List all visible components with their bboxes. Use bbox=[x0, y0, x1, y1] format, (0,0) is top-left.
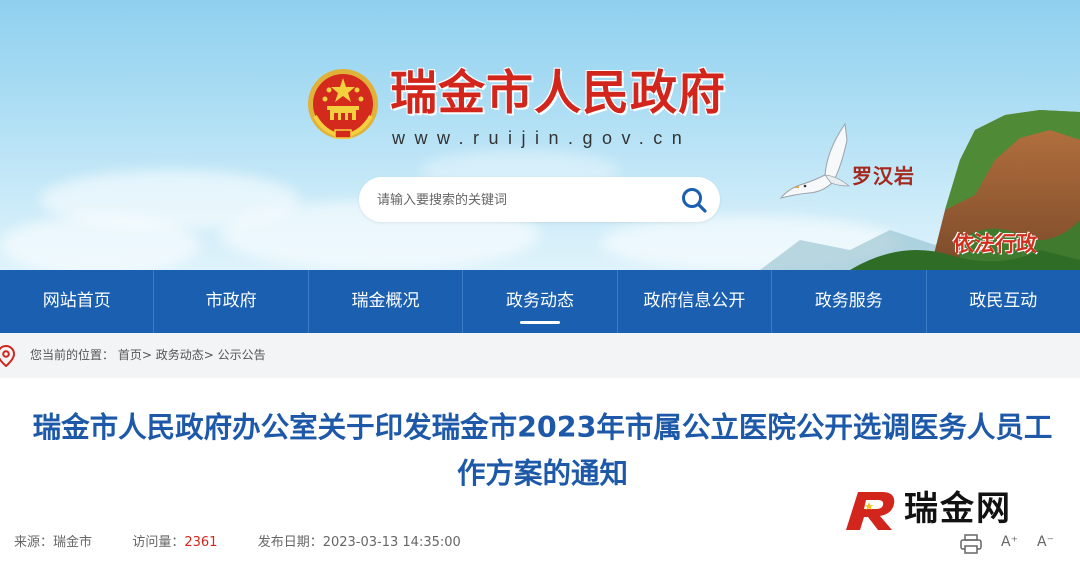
nav-item-label: 政民互动 bbox=[969, 291, 1038, 311]
nav-item-government[interactable]: 市政府 bbox=[154, 270, 309, 333]
nav-item-label: 政务动态 bbox=[505, 291, 574, 311]
nav-item-label: 网站首页 bbox=[42, 291, 111, 311]
visits-label: 访问量： bbox=[132, 535, 185, 550]
national-emblem-icon bbox=[308, 69, 378, 139]
date-label: 发布日期： bbox=[257, 535, 323, 550]
site-header: 罗汉岩 依法行政 瑞金市人民政府 www.ruijin.gov.cn bbox=[0, 0, 1080, 270]
nav-item-label: 政务服务 bbox=[814, 291, 883, 311]
breadcrumb-prefix: 您当前的位置： bbox=[30, 348, 115, 362]
nav-item-news[interactable]: 政务动态 bbox=[463, 270, 618, 333]
breadcrumb-link-notices[interactable]: 公示公告 bbox=[218, 348, 266, 362]
slogan-text: 依法行政 bbox=[953, 231, 1037, 256]
ruijin-net-logo-icon bbox=[846, 492, 895, 530]
site-title[interactable]: 瑞金市人民政府 bbox=[390, 64, 726, 124]
nav-item-services[interactable]: 政务服务 bbox=[772, 270, 927, 333]
site-url: www.ruijin.gov.cn bbox=[392, 128, 692, 148]
search-icon[interactable] bbox=[680, 186, 708, 214]
watermark-text: 瑞金网 bbox=[904, 489, 1012, 529]
breadcrumb-link-news[interactable]: 政务动态 bbox=[156, 348, 204, 362]
nav-item-label: 市政府 bbox=[205, 291, 257, 311]
breadcrumb: 您当前的位置： 首页> 政务动态> 公示公告 bbox=[0, 333, 1080, 378]
nav-item-overview[interactable]: 瑞金概况 bbox=[309, 270, 464, 333]
article-meta: 来源：瑞金市 访问量：2361 发布日期：2023-03-13 14:35:00 bbox=[14, 531, 461, 550]
date-value: 2023-03-13 14:35:00 bbox=[322, 535, 461, 550]
visits-count: 2361 bbox=[184, 535, 218, 550]
print-icon[interactable] bbox=[960, 534, 982, 554]
article-title: 瑞金市人民政府办公室关于印发瑞金市2023年市属公立医院公开选调医务人员工作方案… bbox=[32, 411, 1053, 490]
nav-item-interaction[interactable]: 政民互动 bbox=[927, 270, 1080, 333]
breadcrumb-separator: > bbox=[203, 348, 214, 362]
nav-item-info-disclosure[interactable]: 政府信息公开 bbox=[618, 270, 773, 333]
main-nav: 网站首页 市政府 瑞金概况 政务动态 政府信息公开 政务服务 政民互动 bbox=[0, 270, 1080, 333]
location-pin-icon bbox=[0, 345, 16, 367]
breadcrumb-text: 您当前的位置： 首页> 政务动态> 公示公告 bbox=[30, 333, 266, 378]
source-label: 来源： bbox=[14, 535, 54, 550]
search-box bbox=[359, 177, 720, 222]
nav-item-label: 瑞金概况 bbox=[351, 291, 420, 311]
watermark: 瑞金网 bbox=[842, 486, 1057, 532]
nav-item-label: 政府信息公开 bbox=[643, 291, 746, 311]
source-value: 瑞金市 bbox=[53, 535, 93, 550]
active-indicator bbox=[519, 321, 560, 324]
font-increase-button[interactable]: A⁺ bbox=[1001, 534, 1023, 554]
breadcrumb-separator: > bbox=[141, 348, 152, 362]
scenic-label: 罗汉岩 bbox=[852, 164, 915, 188]
search-input[interactable] bbox=[377, 189, 667, 211]
breadcrumb-link-home[interactable]: 首页 bbox=[118, 348, 142, 362]
nav-item-home[interactable]: 网站首页 bbox=[0, 270, 155, 333]
font-decrease-button[interactable]: A⁻ bbox=[1037, 534, 1059, 554]
